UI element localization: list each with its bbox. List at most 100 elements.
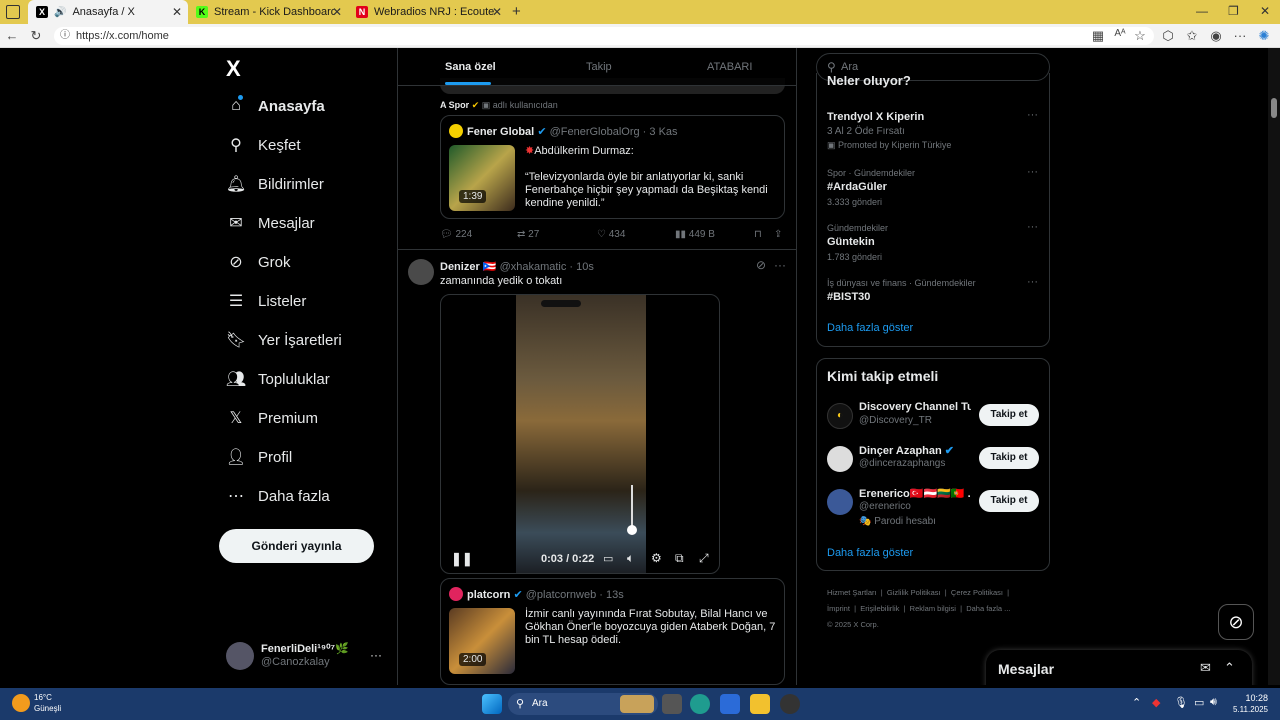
close-window-icon[interactable]: ✕ bbox=[1260, 4, 1270, 18]
tab-following[interactable]: Takip bbox=[586, 61, 612, 73]
more-icon[interactable]: ··· bbox=[774, 258, 786, 272]
tray-chevron-up-icon[interactable]: ⌃ bbox=[1132, 696, 1141, 709]
start-icon[interactable] bbox=[482, 694, 502, 714]
grok-icon[interactable]: ⊘ bbox=[756, 258, 766, 272]
store-icon[interactable] bbox=[720, 694, 740, 714]
show-more-link[interactable]: Daha fazla göster bbox=[827, 322, 913, 334]
reply-button[interactable]: 💬︎ 224 bbox=[440, 229, 472, 240]
trend-item[interactable]: İş dünyası ve finans · Gündemdekiler #BI… bbox=[827, 276, 1047, 303]
nav-communities[interactable]: 👥︎ Topluluklar bbox=[226, 369, 330, 389]
settings-icon[interactable]: ⚙ bbox=[651, 551, 662, 565]
back-icon[interactable]: ← bbox=[4, 28, 20, 43]
weather-icon[interactable] bbox=[12, 694, 30, 712]
explorer-icon[interactable] bbox=[750, 694, 770, 714]
messages-drawer[interactable]: Mesajlar ✉ ⌃ bbox=[986, 650, 1252, 685]
repost-button[interactable]: ⇄ 27 bbox=[517, 229, 539, 240]
nav-grok[interactable]: ⊘ Grok bbox=[226, 252, 290, 272]
extension-icon[interactable]: ⬡ bbox=[1160, 28, 1176, 44]
post-button[interactable]: Gönderi yayınla bbox=[219, 529, 374, 563]
quoted-post-platcorn[interactable]: platcorn ✔ @platcornweb · 13s 2:00 İzmir… bbox=[440, 578, 785, 685]
clock-date[interactable]: 5.11.2025 bbox=[1226, 705, 1268, 714]
close-tab-icon[interactable]: ✕ bbox=[332, 5, 342, 19]
tab-atabari[interactable]: ATABARI bbox=[707, 61, 752, 73]
nav-messages[interactable]: ✉ Mesajlar bbox=[226, 213, 314, 233]
captions-icon[interactable]: ▭ bbox=[603, 552, 613, 565]
pip-icon[interactable]: ⧉ bbox=[675, 551, 684, 566]
close-tab-icon[interactable]: ✕ bbox=[172, 5, 182, 19]
tab-nrj[interactable]: N Webradios NRJ : Ecoute en direct ✕ bbox=[348, 0, 508, 24]
nav-premium[interactable]: 𝕏 Premium bbox=[226, 408, 318, 428]
site-info-icon[interactable]: ⓘ bbox=[60, 27, 70, 45]
like-button[interactable]: ♡ 434 bbox=[597, 229, 625, 240]
follow-button[interactable]: Takip et bbox=[979, 447, 1039, 469]
tray-app-icon[interactable]: ◆ bbox=[1152, 696, 1160, 709]
minimize-icon[interactable]: — bbox=[1196, 4, 1208, 18]
video-player[interactable]: ❚❚ 0:03 / 0:22 ▭ 🔈︎ ⚙ ⧉ ⤢ bbox=[440, 294, 720, 574]
nav-explore[interactable]: ⚲ Keşfet bbox=[226, 135, 300, 155]
grok-icon[interactable]: ⊘ bbox=[1218, 604, 1254, 640]
fullscreen-icon[interactable]: ⤢ bbox=[699, 551, 709, 566]
new-message-icon[interactable]: ✉ bbox=[1200, 660, 1211, 676]
views-button[interactable]: ▮▮ 449 B bbox=[675, 229, 715, 240]
clock-time[interactable]: 10:28 bbox=[1236, 693, 1268, 703]
more-icon[interactable]: ··· bbox=[1027, 166, 1038, 178]
app-icon[interactable] bbox=[780, 694, 800, 714]
tab-x-home[interactable]: X 🔊 Anasayfa / X ✕ bbox=[28, 0, 188, 24]
nav-profile[interactable]: 👤︎ Profil bbox=[226, 447, 292, 467]
edge-icon[interactable] bbox=[690, 694, 710, 714]
nav-lists[interactable]: ☰ Listeler bbox=[226, 291, 307, 311]
url-field[interactable]: ⓘ https://x.com/home bbox=[54, 27, 1154, 45]
follow-suggestion[interactable]: ◐ Discovery Channel Tu... @Discovery_TR … bbox=[827, 401, 1047, 433]
app-available-icon[interactable]: ▦ bbox=[1090, 28, 1106, 44]
profile-icon[interactable]: ◉ bbox=[1208, 28, 1224, 44]
tab-kick[interactable]: K Stream - Kick Dashboard ✕ bbox=[188, 0, 348, 24]
trend-item[interactable]: Gündemdekiler Güntekin 1.783 gönderi ··· bbox=[827, 221, 1047, 262]
taskbar-search[interactable]: ⚲ Ara bbox=[508, 693, 658, 715]
tab-for-you[interactable]: Sana özel bbox=[445, 61, 496, 73]
more-icon[interactable]: ··· bbox=[1027, 109, 1038, 121]
chevron-up-icon[interactable]: ⌃ bbox=[1224, 660, 1235, 676]
scrollbar-thumb[interactable] bbox=[1271, 98, 1277, 118]
nav-notifications[interactable]: 🔔︎ Bildirimler bbox=[226, 174, 324, 194]
tab-actions-icon[interactable] bbox=[6, 5, 20, 19]
x-logo-icon[interactable]: X bbox=[226, 56, 241, 82]
nav-more[interactable]: ⋯ Daha fazla bbox=[226, 486, 330, 506]
volume-icon[interactable]: 🔈︎ bbox=[627, 551, 634, 566]
speaker-icon[interactable]: 🔊︎ bbox=[1210, 696, 1217, 709]
close-tab-icon[interactable]: ✕ bbox=[492, 5, 502, 19]
video-thumbnail[interactable]: 1:39 bbox=[449, 145, 515, 211]
more-icon[interactable]: ··· bbox=[1027, 276, 1038, 288]
follow-suggestion[interactable]: Erenerico🇹🇷🇦🇹🇱🇹🇵🇹 ... @erenerico 🎭 Parod… bbox=[827, 487, 1047, 531]
avatar[interactable] bbox=[226, 642, 254, 670]
account-more-icon[interactable]: ··· bbox=[370, 648, 382, 662]
follow-button[interactable]: Takip et bbox=[979, 490, 1039, 512]
bookmark-icon[interactable]: ⊓ bbox=[754, 229, 762, 240]
copilot-icon[interactable]: ✺ bbox=[1256, 28, 1272, 44]
refresh-icon[interactable]: ↻ bbox=[28, 28, 44, 44]
follow-button[interactable]: Takip et bbox=[979, 404, 1039, 426]
microphone-icon[interactable]: 🎙︎ bbox=[1174, 696, 1188, 709]
follow-suggestion[interactable]: Dinçer Azaphan ✔ @dincerazaphangs Takip … bbox=[827, 444, 1047, 476]
avatar[interactable] bbox=[408, 259, 434, 285]
maximize-icon[interactable]: ❐ bbox=[1228, 4, 1239, 18]
nav-bookmarks[interactable]: 🔖︎ Yer İşaretleri bbox=[226, 330, 342, 350]
read-aloud-icon[interactable]: Aᴬ bbox=[1112, 28, 1128, 39]
trend-item[interactable]: Trendyol X Kiperin 3 Al 2 Öde Fırsatı ▣ … bbox=[827, 109, 1047, 151]
favorite-star-icon[interactable]: ☆ bbox=[1132, 28, 1148, 44]
trend-item[interactable]: Spor · Gündemdekiler #ArdaGüler 3.333 gö… bbox=[827, 166, 1047, 207]
new-tab-button[interactable]: + bbox=[512, 3, 521, 20]
pause-icon[interactable]: ❚❚ bbox=[451, 551, 473, 567]
show-more-link[interactable]: Daha fazla göster bbox=[827, 547, 913, 559]
share-icon[interactable]: ⇪ bbox=[774, 229, 782, 240]
favorites-icon[interactable]: ✩ bbox=[1184, 28, 1200, 44]
volume-slider-knob[interactable] bbox=[627, 525, 637, 535]
network-icon[interactable]: ▭ bbox=[1194, 696, 1204, 709]
scrollbar[interactable] bbox=[1268, 48, 1280, 685]
more-icon[interactable]: ··· bbox=[1232, 28, 1248, 43]
quoted-post-fener[interactable]: Fener Global ✔ @FenerGlobalOrg · 3 Kas 1… bbox=[440, 115, 785, 219]
video-thumbnail[interactable]: 2:00 bbox=[449, 608, 515, 674]
speaker-icon[interactable]: 🔊 bbox=[54, 7, 66, 18]
more-icon[interactable]: ··· bbox=[1027, 221, 1038, 233]
footer-links[interactable]: Hizmet Şartları | Gizlilik Politikası | … bbox=[827, 585, 1057, 633]
task-view-icon[interactable] bbox=[662, 694, 682, 714]
